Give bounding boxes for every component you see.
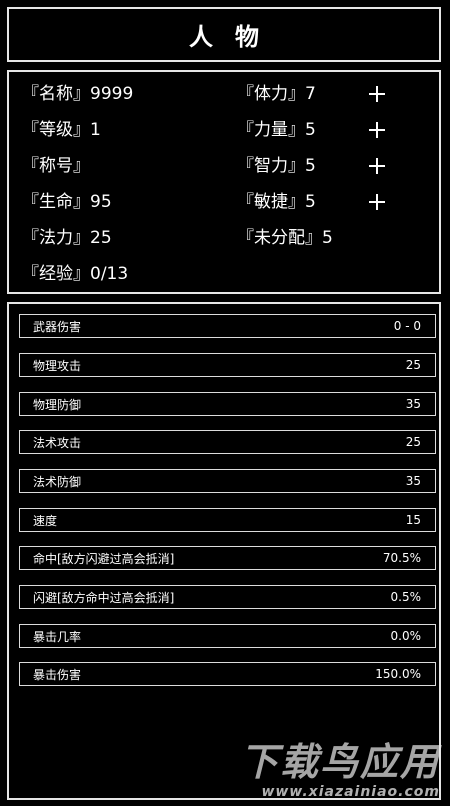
info-value: 9999	[90, 84, 134, 104]
stat-value: 0.5%	[390, 590, 422, 604]
stat-value: 25	[405, 358, 421, 372]
stat-label: 法术攻击	[33, 435, 82, 450]
info-value: 25	[90, 228, 112, 248]
page-title: 人物	[189, 23, 281, 51]
info-row-strength: 『力量』5	[237, 118, 316, 142]
info-row-name: 『名称』9999	[22, 82, 133, 106]
info-row-stamina: 『体力』7	[237, 82, 316, 106]
info-label: 『等级』	[22, 120, 90, 140]
info-row-intelligence: 『智力』5	[237, 154, 316, 178]
info-label: 『智力』	[237, 156, 305, 176]
info-value: 95	[90, 192, 112, 212]
info-row-agility: 『敏捷』5	[237, 190, 316, 214]
stat-label: 法术防御	[33, 474, 82, 489]
info-label: 『名称』	[22, 84, 90, 104]
info-row-mp: 『法力』25	[22, 226, 112, 250]
info-label: 『未分配』	[237, 228, 322, 248]
stat-label: 暴击几率	[33, 629, 82, 644]
info-label: 『力量』	[237, 120, 305, 140]
stat-row-speed: 速度 15	[19, 508, 436, 532]
title-panel: 人物	[7, 7, 441, 62]
stat-value: 0.0%	[390, 629, 422, 643]
stat-row-magic-attack: 法术攻击 25	[19, 430, 436, 454]
info-label: 『体力』	[237, 84, 305, 104]
stat-row-crit-damage: 暴击伤害 150.0%	[19, 662, 436, 686]
add-strength-plus-icon[interactable]	[369, 122, 385, 138]
add-agility-plus-icon[interactable]	[369, 194, 385, 210]
info-label: 『法力』	[22, 228, 90, 248]
info-row-exp: 『经验』0/13	[22, 262, 128, 286]
info-label: 『生命』	[22, 192, 90, 212]
info-row-unallocated: 『未分配』5	[237, 226, 333, 250]
stat-value: 0 - 0	[393, 319, 421, 333]
info-row-title: 『称号』	[22, 154, 90, 178]
add-intelligence-plus-icon[interactable]	[369, 158, 385, 174]
stat-label: 闪避[敌方命中过高会抵消]	[33, 590, 175, 605]
stat-row-hit: 命中[敌方闪避过高会抵消] 70.5%	[19, 546, 436, 570]
watermark-url: www.xiazainiao.com	[261, 784, 440, 800]
info-label: 『经验』	[22, 264, 90, 284]
combat-stats-panel: 武器伤害 0 - 0 物理攻击 25 物理防御 35 法术攻击 25 法术防御 35 速度…	[7, 302, 441, 800]
stat-value: 70.5%	[382, 551, 421, 565]
info-value: 5	[305, 192, 316, 212]
stat-label: 物理防御	[33, 397, 82, 412]
stat-row-weapon-damage: 武器伤害 0 - 0	[19, 314, 436, 338]
stat-row-physical-defense: 物理防御 35	[19, 392, 436, 416]
stat-row-magic-defense: 法术防御 35	[19, 469, 436, 493]
info-value: 0/13	[90, 264, 129, 284]
stat-row-physical-attack: 物理攻击 25	[19, 353, 436, 377]
stat-label: 物理攻击	[33, 358, 82, 373]
info-value: 5	[322, 228, 333, 248]
stat-value: 150.0%	[375, 667, 421, 681]
character-info-panel: 『名称』9999 『等级』1 『称号』 『生命』95 『法力』25 『经验』0/…	[7, 70, 441, 294]
stat-row-crit-rate: 暴击几率 0.0%	[19, 624, 436, 648]
stat-label: 暴击伤害	[33, 667, 82, 682]
stat-value: 25	[405, 435, 421, 449]
info-row-hp: 『生命』95	[22, 190, 112, 214]
info-row-level: 『等级』1	[22, 118, 101, 142]
stat-row-dodge: 闪避[敌方命中过高会抵消] 0.5%	[19, 585, 436, 609]
info-value: 7	[305, 84, 316, 104]
info-label: 『称号』	[22, 156, 90, 176]
stat-label: 武器伤害	[33, 319, 82, 334]
stat-label: 命中[敌方闪避过高会抵消]	[33, 551, 175, 566]
watermark-logo-text: 下载鸟应用	[239, 740, 440, 784]
info-label: 『敏捷』	[237, 192, 305, 212]
info-value: 5	[305, 156, 316, 176]
stat-value: 35	[405, 474, 421, 488]
stat-value: 15	[405, 513, 421, 527]
stat-label: 速度	[33, 513, 58, 528]
info-value: 5	[305, 120, 316, 140]
watermark: 下载鸟应用 www.xiazainiao.com	[240, 740, 440, 800]
info-value: 1	[90, 120, 101, 140]
stat-value: 35	[405, 397, 421, 411]
add-stamina-plus-icon[interactable]	[369, 86, 385, 102]
